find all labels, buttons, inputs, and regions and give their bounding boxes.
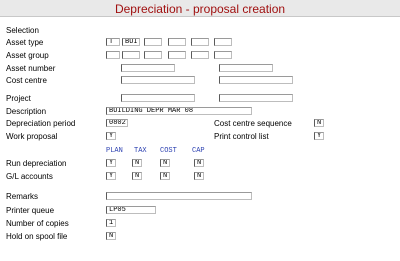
column-header-plan: PLAN <box>106 147 123 155</box>
asset-number-to-field[interactable] <box>219 64 273 72</box>
depreciation-period-field[interactable]: 0802 <box>106 119 128 127</box>
label-cost-centre-sequence: Cost centre sequence <box>214 119 292 128</box>
label-gl-accounts: G/L accounts <box>6 172 53 181</box>
asset-type-field-4[interactable] <box>168 38 186 46</box>
number-of-copies-field[interactable]: 1 <box>106 219 116 227</box>
asset-type-field-2[interactable]: BUI <box>122 38 140 46</box>
label-depreciation-period: Depreciation period <box>6 119 76 128</box>
asset-group-field-6[interactable] <box>214 51 232 59</box>
label-cost-centre: Cost centre <box>6 76 47 85</box>
asset-type-field-6[interactable] <box>214 38 232 46</box>
column-header-cost: COST <box>160 147 177 155</box>
label-description: Description <box>6 107 47 116</box>
asset-group-field-1[interactable] <box>106 51 120 59</box>
hold-on-spool-field[interactable]: N <box>106 232 116 240</box>
label-work-proposal: Work proposal <box>6 132 58 141</box>
run-depreciation-cost-field[interactable]: N <box>160 159 170 167</box>
column-header-cap: CAP <box>192 147 205 155</box>
gl-accounts-cost-field[interactable]: N <box>160 172 170 180</box>
page-title: Depreciation - proposal creation <box>114 2 286 16</box>
project-from-field[interactable] <box>121 94 195 102</box>
cost-centre-to-field[interactable] <box>219 76 293 84</box>
label-print-control-list: Print control list <box>214 132 269 141</box>
asset-type-field-3[interactable] <box>144 38 162 46</box>
remarks-field[interactable] <box>106 192 252 200</box>
label-remarks: Remarks <box>6 192 39 201</box>
run-depreciation-cap-field[interactable]: N <box>194 159 204 167</box>
project-to-field[interactable] <box>219 94 293 102</box>
gl-accounts-tax-field[interactable]: N <box>132 172 142 180</box>
label-asset-number: Asset number <box>6 64 56 73</box>
run-depreciation-tax-field[interactable]: N <box>132 159 142 167</box>
label-hold-on-spool: Hold on spool file <box>6 232 68 241</box>
asset-type-field-1[interactable]: T <box>106 38 120 46</box>
label-asset-type: Asset type <box>6 38 44 47</box>
label-printer-queue: Printer queue <box>6 206 55 215</box>
asset-group-field-4[interactable] <box>168 51 186 59</box>
asset-group-field-3[interactable] <box>144 51 162 59</box>
asset-group-field-5[interactable] <box>191 51 209 59</box>
description-field[interactable]: BUILDING DEPR MAR 08 <box>106 107 252 115</box>
label-asset-group: Asset group <box>6 51 49 60</box>
label-selection: Selection <box>6 26 39 35</box>
asset-type-field-5[interactable] <box>191 38 209 46</box>
label-number-of-copies: Number of copies <box>6 219 69 228</box>
cost-centre-sequence-field[interactable]: N <box>314 119 324 127</box>
gl-accounts-plan-field[interactable]: Y <box>106 172 116 180</box>
gl-accounts-cap-field[interactable]: N <box>194 172 204 180</box>
work-proposal-field[interactable]: Y <box>106 132 116 140</box>
print-control-list-field[interactable]: Y <box>314 132 324 140</box>
label-run-depreciation: Run depreciation <box>6 159 67 168</box>
label-project: Project <box>6 94 31 103</box>
asset-group-field-2[interactable] <box>122 51 140 59</box>
cost-centre-from-field[interactable] <box>121 76 195 84</box>
asset-number-from-field[interactable] <box>121 64 175 72</box>
run-depreciation-plan-field[interactable]: Y <box>106 159 116 167</box>
column-header-tax: TAX <box>134 147 147 155</box>
printer-queue-field[interactable]: LP05 <box>106 206 156 214</box>
